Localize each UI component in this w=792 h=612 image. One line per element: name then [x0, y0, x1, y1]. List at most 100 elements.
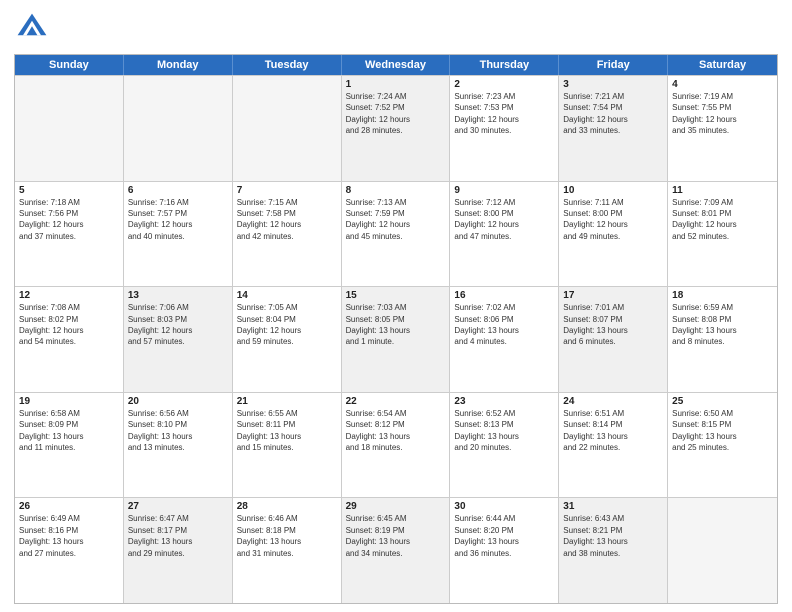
cell-info-line: and 27 minutes.	[19, 549, 119, 559]
calendar-header: SundayMondayTuesdayWednesdayThursdayFrid…	[15, 55, 777, 75]
day-number: 29	[346, 501, 446, 512]
cell-info-line: Daylight: 13 hours	[563, 432, 663, 442]
cell-info-line: Daylight: 13 hours	[128, 537, 228, 547]
cell-info-line: Sunset: 8:19 PM	[346, 526, 446, 536]
cell-info-line: Daylight: 13 hours	[237, 432, 337, 442]
day-number: 25	[672, 396, 773, 407]
day-number: 30	[454, 501, 554, 512]
cell-info-line: Daylight: 12 hours	[454, 115, 554, 125]
cell-info-line: Sunrise: 7:13 AM	[346, 198, 446, 208]
weekday-header: Monday	[124, 55, 233, 75]
cell-info-line: Sunset: 8:00 PM	[454, 209, 554, 219]
cell-info-line: Daylight: 13 hours	[346, 537, 446, 547]
calendar-row: 12Sunrise: 7:08 AMSunset: 8:02 PMDayligh…	[15, 286, 777, 392]
calendar-cell: 24Sunrise: 6:51 AMSunset: 8:14 PMDayligh…	[559, 393, 668, 498]
cell-info-line: and 38 minutes.	[563, 549, 663, 559]
cell-info-line: and 54 minutes.	[19, 337, 119, 347]
day-number: 6	[128, 185, 228, 196]
cell-info-line: and 30 minutes.	[454, 126, 554, 136]
day-number: 18	[672, 290, 773, 301]
day-number: 20	[128, 396, 228, 407]
cell-info-line: Daylight: 13 hours	[454, 432, 554, 442]
cell-info-line: Daylight: 13 hours	[19, 537, 119, 547]
calendar-cell: 18Sunrise: 6:59 AMSunset: 8:08 PMDayligh…	[668, 287, 777, 392]
cell-info-line: Sunset: 8:20 PM	[454, 526, 554, 536]
cell-info-line: Sunset: 8:02 PM	[19, 315, 119, 325]
day-number: 19	[19, 396, 119, 407]
calendar-cell: 1Sunrise: 7:24 AMSunset: 7:52 PMDaylight…	[342, 76, 451, 181]
cell-info-line: Sunset: 8:11 PM	[237, 420, 337, 430]
day-number: 5	[19, 185, 119, 196]
weekday-header: Friday	[559, 55, 668, 75]
cell-info-line: Daylight: 12 hours	[19, 326, 119, 336]
cell-info-line: Daylight: 12 hours	[237, 326, 337, 336]
day-number: 1	[346, 79, 446, 90]
cell-info-line: and 29 minutes.	[128, 549, 228, 559]
cell-info-line: and 31 minutes.	[237, 549, 337, 559]
calendar-cell: 11Sunrise: 7:09 AMSunset: 8:01 PMDayligh…	[668, 182, 777, 287]
cell-info-line: Sunset: 8:05 PM	[346, 315, 446, 325]
calendar-cell: 3Sunrise: 7:21 AMSunset: 7:54 PMDaylight…	[559, 76, 668, 181]
calendar-cell: 14Sunrise: 7:05 AMSunset: 8:04 PMDayligh…	[233, 287, 342, 392]
cell-info-line: Sunset: 8:06 PM	[454, 315, 554, 325]
calendar-cell: 22Sunrise: 6:54 AMSunset: 8:12 PMDayligh…	[342, 393, 451, 498]
cell-info-line: Sunrise: 6:55 AM	[237, 409, 337, 419]
cell-info-line: Sunset: 7:58 PM	[237, 209, 337, 219]
logo-icon	[14, 10, 50, 46]
day-number: 2	[454, 79, 554, 90]
cell-info-line: Daylight: 12 hours	[563, 115, 663, 125]
cell-info-line: and 20 minutes.	[454, 443, 554, 453]
cell-info-line: and 8 minutes.	[672, 337, 773, 347]
cell-info-line: Daylight: 12 hours	[128, 326, 228, 336]
cell-info-line: Daylight: 13 hours	[346, 326, 446, 336]
cell-info-line: Sunset: 8:10 PM	[128, 420, 228, 430]
calendar-cell: 29Sunrise: 6:45 AMSunset: 8:19 PMDayligh…	[342, 498, 451, 603]
day-number: 13	[128, 290, 228, 301]
day-number: 24	[563, 396, 663, 407]
cell-info-line: Sunrise: 7:08 AM	[19, 303, 119, 313]
cell-info-line: Daylight: 12 hours	[237, 220, 337, 230]
cell-info-line: Sunset: 8:08 PM	[672, 315, 773, 325]
cell-info-line: Sunrise: 7:18 AM	[19, 198, 119, 208]
cell-info-line: and 37 minutes.	[19, 232, 119, 242]
cell-info-line: Sunset: 8:21 PM	[563, 526, 663, 536]
weekday-header: Sunday	[15, 55, 124, 75]
cell-info-line: Sunrise: 7:11 AM	[563, 198, 663, 208]
calendar-cell: 16Sunrise: 7:02 AMSunset: 8:06 PMDayligh…	[450, 287, 559, 392]
cell-info-line: Sunrise: 6:54 AM	[346, 409, 446, 419]
calendar: SundayMondayTuesdayWednesdayThursdayFrid…	[14, 54, 778, 604]
cell-info-line: Sunrise: 6:59 AM	[672, 303, 773, 313]
day-number: 17	[563, 290, 663, 301]
day-number: 23	[454, 396, 554, 407]
cell-info-line: Sunset: 8:03 PM	[128, 315, 228, 325]
calendar-cell: 20Sunrise: 6:56 AMSunset: 8:10 PMDayligh…	[124, 393, 233, 498]
cell-info-line: Daylight: 13 hours	[563, 326, 663, 336]
cell-info-line: Sunset: 8:13 PM	[454, 420, 554, 430]
cell-info-line: Sunset: 8:00 PM	[563, 209, 663, 219]
calendar-row: 5Sunrise: 7:18 AMSunset: 7:56 PMDaylight…	[15, 181, 777, 287]
cell-info-line: Daylight: 13 hours	[346, 432, 446, 442]
cell-info-line: Sunset: 8:04 PM	[237, 315, 337, 325]
cell-info-line: Sunrise: 6:46 AM	[237, 514, 337, 524]
day-number: 7	[237, 185, 337, 196]
cell-info-line: and 4 minutes.	[454, 337, 554, 347]
cell-info-line: and 18 minutes.	[346, 443, 446, 453]
cell-info-line: Sunset: 7:59 PM	[346, 209, 446, 219]
cell-info-line: and 11 minutes.	[19, 443, 119, 453]
cell-info-line: Sunrise: 7:03 AM	[346, 303, 446, 313]
calendar-row: 1Sunrise: 7:24 AMSunset: 7:52 PMDaylight…	[15, 75, 777, 181]
cell-info-line: Sunrise: 7:05 AM	[237, 303, 337, 313]
cell-info-line: and 59 minutes.	[237, 337, 337, 347]
calendar-row: 19Sunrise: 6:58 AMSunset: 8:09 PMDayligh…	[15, 392, 777, 498]
cell-info-line: and 47 minutes.	[454, 232, 554, 242]
cell-info-line: Daylight: 13 hours	[454, 326, 554, 336]
calendar-cell: 26Sunrise: 6:49 AMSunset: 8:16 PMDayligh…	[15, 498, 124, 603]
cell-info-line: and 57 minutes.	[128, 337, 228, 347]
day-number: 3	[563, 79, 663, 90]
calendar-cell: 5Sunrise: 7:18 AMSunset: 7:56 PMDaylight…	[15, 182, 124, 287]
cell-info-line: Sunrise: 7:06 AM	[128, 303, 228, 313]
day-number: 27	[128, 501, 228, 512]
cell-info-line: Sunset: 8:18 PM	[237, 526, 337, 536]
cell-info-line: Sunrise: 6:50 AM	[672, 409, 773, 419]
cell-info-line: and 1 minute.	[346, 337, 446, 347]
